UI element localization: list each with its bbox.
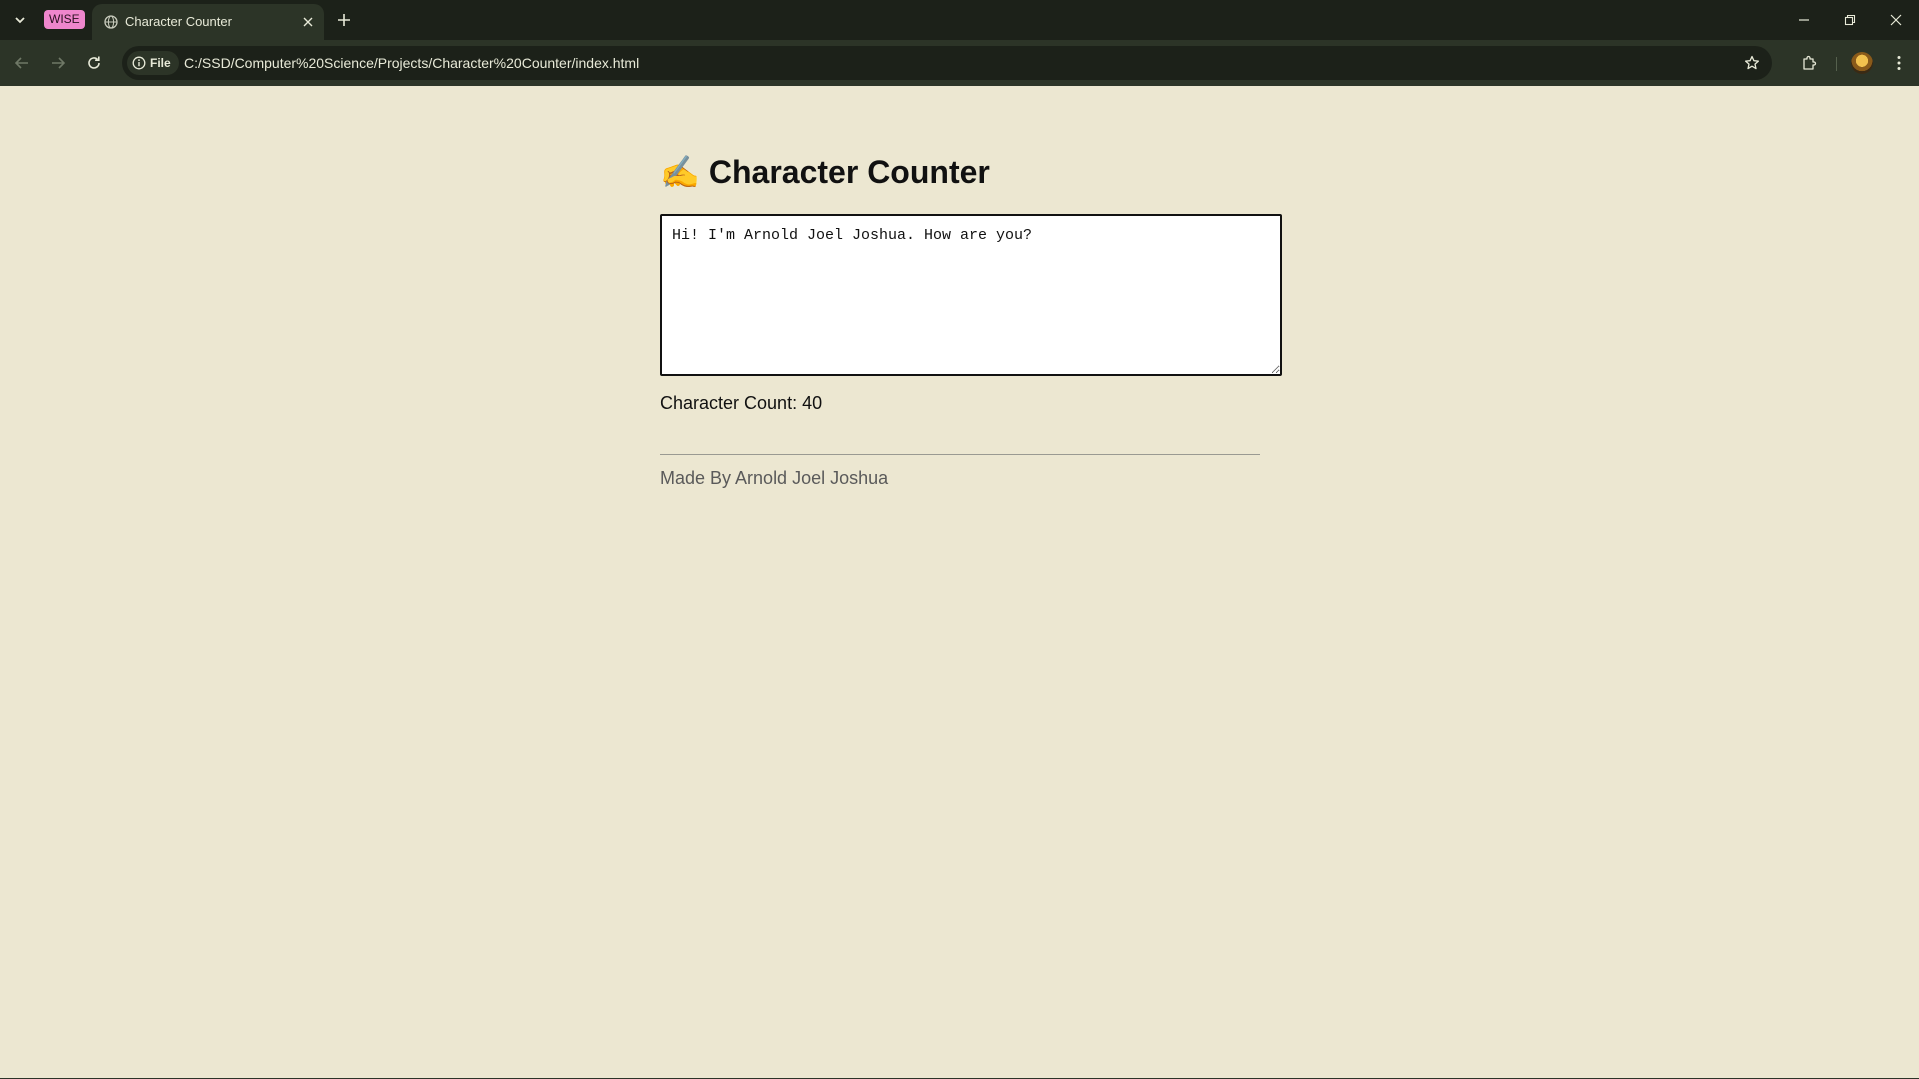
writing-hand-icon: ✍️ [660,154,700,190]
reload-button[interactable] [80,49,108,77]
window-close-icon [1890,14,1902,26]
chevron-down-icon [15,17,25,24]
tab-title: Character Counter [125,14,232,29]
url-text[interactable]: C:/SSD/Computer%20Science/Projects/Chara… [184,55,639,71]
page-title-text: Character Counter [708,154,990,190]
character-count-label: Character Count: [660,393,798,413]
back-button[interactable] [8,49,36,77]
more-vert-icon [1897,56,1901,70]
site-info-label: File [150,56,171,70]
window-close-button[interactable] [1873,0,1919,40]
minimize-icon [1799,19,1809,21]
restore-button[interactable] [1827,0,1873,40]
character-count: Character Count: 40 [660,392,1282,414]
forward-icon [52,57,66,69]
toolbar-divider [1836,57,1837,71]
extensions-button[interactable] [1795,49,1823,77]
bookmark-button[interactable] [1738,49,1766,77]
tab-strip: WISE Character Counter [0,0,1919,40]
globe-icon [104,15,118,29]
page-container: ✍️ Character Counter Hi! I'm Arnold Joel… [660,140,1282,489]
reload-icon [88,56,100,69]
site-info-chip[interactable]: File [127,51,179,75]
text-input-area[interactable]: Hi! I'm Arnold Joel Joshua. How are you? [660,214,1282,376]
extensions-icon [1803,55,1817,70]
forward-button[interactable] [44,49,72,77]
avatar[interactable] [1851,52,1873,74]
back-icon [14,57,28,69]
plus-icon [338,14,350,26]
browser-menu-button[interactable] [1885,49,1913,77]
new-tab-button[interactable] [332,8,356,32]
browser-toolbar: File C:/SSD/Computer%20Science/Projects/… [0,40,1919,86]
star-icon [1744,55,1760,70]
address-bar[interactable]: File C:/SSD/Computer%20Science/Projects/… [122,46,1772,80]
minimize-button[interactable] [1781,0,1827,40]
footer-credit: Made By Arnold Joel Joshua [660,468,889,488]
info-icon [132,56,146,70]
page-title: ✍️ Character Counter [660,140,1282,204]
character-count-value: 40 [802,393,823,413]
tab-search-button[interactable] [8,8,32,32]
tab-close-button[interactable] [300,14,316,30]
footer-divider [660,454,1260,455]
tab-active[interactable]: Character Counter [92,4,324,40]
restore-icon [1844,14,1856,26]
tab-group-chip[interactable]: WISE [44,10,85,29]
close-icon [303,17,313,27]
